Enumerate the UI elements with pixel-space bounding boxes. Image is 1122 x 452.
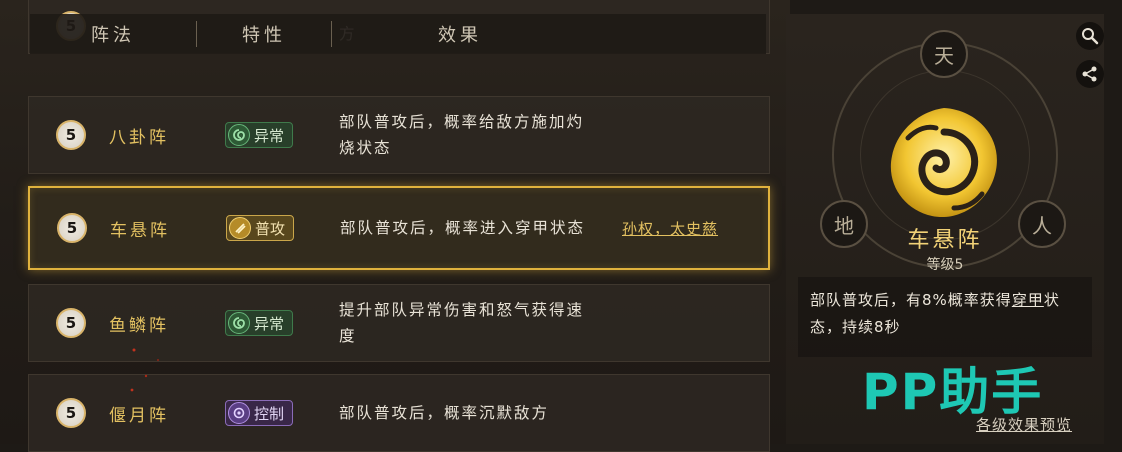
formation-effect: 提升部队异常伤害和怒气获得速度 <box>339 301 585 345</box>
header-formation: 阵法 <box>91 25 135 46</box>
trait-badge: 控制 <box>225 400 294 426</box>
level-badge: 5 <box>57 213 87 243</box>
chexuan-formation-emblem <box>890 108 997 218</box>
header-effect: 效果 <box>438 25 482 46</box>
desc-text-1: 部队普攻后，有8%概率获得 <box>810 291 1012 309</box>
recommended-generals-link[interactable]: 孙权，太史慈 <box>622 218 718 239</box>
formation-effect: 部队普攻后，概率给敌方施加灼烧状态 <box>339 113 585 157</box>
level-badge: 5 <box>56 398 86 428</box>
share-button[interactable] <box>1076 60 1104 88</box>
trait-badge: 普攻 <box>226 215 295 241</box>
armor-pierce-link[interactable]: 穿甲 <box>1012 291 1044 309</box>
list-header: 阵法 特性 效果 <box>30 14 766 54</box>
description-box: 部队普攻后，有8%概率获得穿甲状态，持续8秒 <box>798 277 1092 357</box>
formation-effect: 部队普攻后，概率沉默敌方 <box>339 404 550 422</box>
heaven-node[interactable]: 天 <box>920 30 968 78</box>
level-badge: 5 <box>56 308 86 338</box>
trait-badge: 异常 <box>225 122 294 148</box>
formation-name: 车悬阵 <box>110 220 170 241</box>
formation-row-chexuan[interactable]: 5 车悬阵 普攻 部队普攻后，概率进入穿甲状态 孙权，太史慈 <box>28 186 770 270</box>
trait-badge: 异常 <box>225 310 294 336</box>
formation-level: 等级5 <box>926 257 964 273</box>
search-icon <box>1082 28 1099 45</box>
trait-label: 普攻 <box>255 219 286 238</box>
formation-detail-panel: 天 地 人 车悬阵 等级5 部队普攻后，有8%概率获得穿甲状态，持续8秒 PP助… <box>786 14 1104 444</box>
trait-label: 异常 <box>254 314 285 333</box>
ember-particles <box>130 348 159 392</box>
formation-row-bagua[interactable]: 5 八卦阵 异常 部队普攻后，概率给敌方施加灼烧状态 <box>28 96 770 174</box>
formation-list[interactable]: 5 方 5 八卦阵 异常 部队普攻后，概率给敌方施加灼烧状态 5 车悬阵 普攻 … <box>28 0 770 452</box>
formation-name: 八卦阵 <box>109 127 169 148</box>
trait-label: 控制 <box>254 404 285 423</box>
swirl-icon <box>228 312 250 334</box>
header-trait: 特性 <box>242 25 286 46</box>
swirl-icon <box>228 124 250 146</box>
formation-effect: 部队普攻后，概率进入穿甲状态 <box>340 219 586 237</box>
formation-title: 车悬阵 <box>907 228 983 253</box>
trait-label: 异常 <box>254 126 285 145</box>
slash-icon <box>229 217 251 239</box>
vortex-icon <box>228 402 250 424</box>
level-effects-preview-link[interactable]: 各级效果预览 <box>976 414 1072 435</box>
formation-description: 部队普攻后，有8%概率获得穿甲状态，持续8秒 <box>810 287 1090 341</box>
level-badge: 5 <box>56 120 86 150</box>
share-icon <box>1082 66 1097 82</box>
search-button[interactable] <box>1076 22 1104 50</box>
